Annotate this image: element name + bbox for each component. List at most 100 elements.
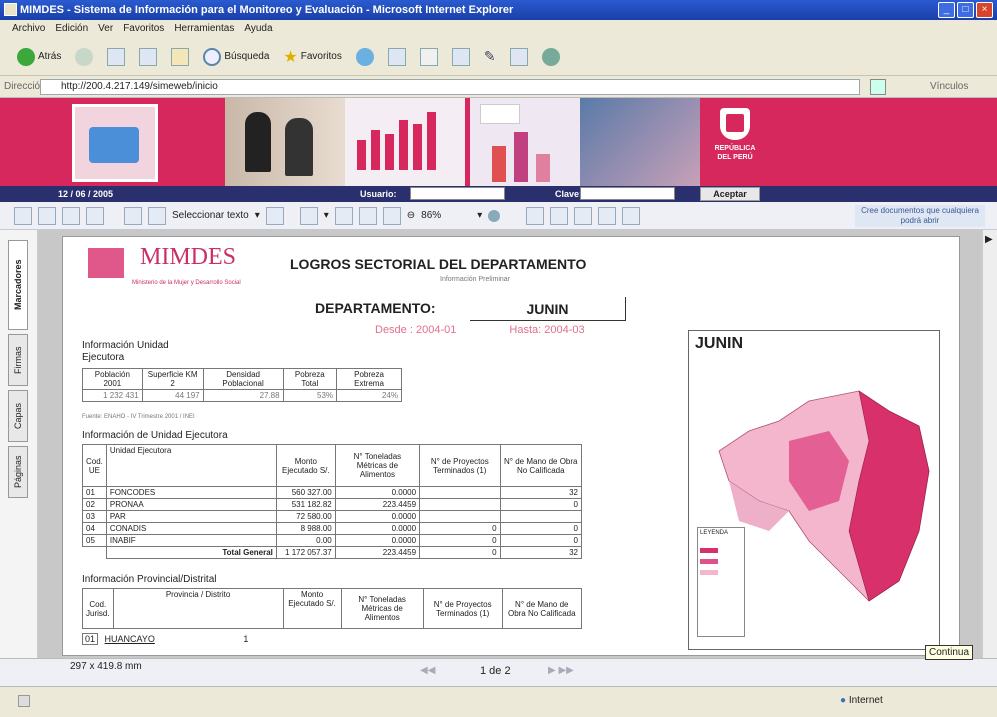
back-button[interactable]: Atrás [14, 44, 64, 70]
continua-tooltip: Continua [925, 645, 974, 660]
vertical-scrollbar[interactable]: ▶ [982, 230, 997, 658]
help-icon[interactable] [574, 206, 593, 225]
total-projects: 0 [419, 546, 501, 559]
find-icon[interactable] [86, 206, 104, 225]
stats-value: 44 197 [141, 389, 204, 402]
total-tonnes: 223.4459 [334, 546, 421, 559]
messenger-button[interactable] [539, 44, 563, 70]
attach-icon[interactable] [622, 206, 641, 225]
select-text-label[interactable]: Seleccionar texto [172, 210, 249, 221]
ue-code: 05 [82, 534, 107, 547]
prov-header: N° de Mano de Obra No Calificada [501, 588, 583, 629]
mimdes-subtitle: Ministerio de la Mujer y Desarrollo Soci… [132, 280, 241, 286]
zoom-plus-icon[interactable] [488, 209, 501, 222]
fit-page-icon[interactable] [358, 206, 377, 225]
window-controls: _ □ × [938, 2, 993, 18]
tab-capas[interactable]: Capas [8, 390, 28, 442]
email-icon[interactable] [62, 206, 80, 225]
favorites-button[interactable]: ★ Favoritos [280, 44, 344, 70]
mimdes-brand: MIMDES [140, 244, 237, 270]
print-button[interactable] [449, 44, 473, 70]
ue-code: 03 [82, 510, 107, 523]
create-pdf-promo[interactable]: Cree documentos que cualquiera podrá abr… [855, 205, 985, 227]
history-icon [387, 47, 406, 66]
address-input[interactable]: http://200.4.217.149/simeweb/inicio [40, 79, 860, 95]
stop-button[interactable] [104, 44, 128, 70]
favorites-label: Favoritos [300, 51, 342, 62]
ie-icon [4, 3, 17, 16]
refresh-icon [139, 47, 158, 66]
links-label[interactable]: Vínculos [930, 76, 968, 98]
next-page-icon[interactable]: ▶ ▶▶ [548, 665, 574, 676]
print-icon[interactable] [38, 206, 56, 225]
menu-herramientas[interactable]: Herramientas [174, 20, 234, 38]
stop-icon [107, 47, 126, 66]
snapshot-icon[interactable] [265, 206, 284, 225]
menu-ayuda[interactable]: Ayuda [244, 20, 272, 38]
first-page-icon[interactable]: ◀◀ [420, 665, 435, 676]
zoom-dropdown-icon[interactable]: ▾ [324, 210, 329, 221]
home-icon [171, 47, 190, 66]
scroll-up-icon[interactable]: ▶ [985, 234, 993, 245]
ie-statusbar: ● Internet [0, 686, 997, 717]
zoom-out-icon[interactable]: ⊖ [407, 210, 415, 221]
source-note: Fuente: ENAHO - IV Trimestre 2001 / INEI [82, 414, 195, 420]
password-input[interactable] [580, 187, 675, 200]
minimize-button[interactable]: _ [938, 2, 955, 18]
ue-labor: 32 [499, 486, 583, 499]
table-row: 01 FONCODES 560 327.00 0.0000 32 [82, 486, 583, 499]
ue-labor [499, 510, 583, 523]
user-label: Usuario: [360, 189, 397, 199]
hand-tool-icon[interactable] [124, 206, 142, 225]
zoom-in-icon[interactable] [299, 206, 318, 225]
discuss-button[interactable] [507, 44, 531, 70]
media-button[interactable] [353, 44, 377, 70]
maximize-button[interactable]: □ [957, 2, 974, 18]
tab-firmas[interactable]: Firmas [8, 334, 28, 386]
menu-edicion[interactable]: Edición [55, 20, 88, 38]
home-button[interactable] [168, 44, 192, 70]
fit-width-icon[interactable] [382, 206, 401, 225]
ue-tonnes: 0.0000 [334, 510, 421, 523]
tab-marcadores[interactable]: Marcadores [8, 240, 28, 330]
bookmark-icon[interactable] [598, 206, 617, 225]
search-button[interactable]: Búsqueda [200, 44, 272, 70]
mail-button[interactable] [417, 44, 441, 70]
ue-name: PRONAA [105, 498, 277, 511]
report-title: LOGROS SECTORIAL DEL DEPARTAMENTO [290, 256, 587, 272]
refresh-button[interactable] [136, 44, 160, 70]
go-icon[interactable] [870, 79, 886, 95]
history-button[interactable] [385, 44, 409, 70]
ue-projects [419, 498, 501, 511]
accept-button[interactable]: Aceptar [700, 187, 760, 201]
ue-tonnes: 0.0000 [334, 522, 421, 535]
menu-ver[interactable]: Ver [98, 20, 113, 38]
unidad2-title: Información de Unidad Ejecutora [82, 430, 228, 441]
rotate-left-icon[interactable] [526, 206, 545, 225]
globe-icon: ● [840, 695, 847, 706]
mail-icon [419, 47, 438, 66]
discuss-icon [509, 47, 528, 66]
text-select-icon[interactable] [148, 206, 166, 225]
ue-name: PAR [105, 510, 277, 523]
tab-paginas[interactable]: Páginas [8, 446, 28, 498]
prov-row: 01 HUANCAYO 1 [82, 633, 248, 645]
edit-button[interactable]: ✎ [481, 44, 499, 70]
prov-name: HUANCAYO [104, 634, 155, 644]
forward-button[interactable] [72, 44, 96, 70]
actual-size-icon[interactable] [334, 206, 353, 225]
zoom-combo-arrow-icon[interactable]: ▾ [477, 210, 482, 221]
page-indicator: 1 de 2 [480, 665, 511, 677]
save-icon[interactable] [14, 206, 32, 225]
menu-favoritos[interactable]: Favoritos [123, 20, 164, 38]
menu-archivo[interactable]: Archivo [12, 20, 45, 38]
select-dropdown-icon[interactable]: ▾ [255, 210, 260, 221]
ue-amount: 0.00 [275, 534, 336, 547]
user-input[interactable] [410, 187, 505, 200]
rotate-right-icon[interactable] [550, 206, 569, 225]
close-button[interactable]: × [976, 2, 993, 18]
star-icon: ★ [283, 48, 298, 66]
zoom-value[interactable]: 86% [421, 210, 441, 221]
forward-arrow-icon [75, 47, 94, 66]
prov-header: Cod. Jurisd. [82, 588, 114, 629]
